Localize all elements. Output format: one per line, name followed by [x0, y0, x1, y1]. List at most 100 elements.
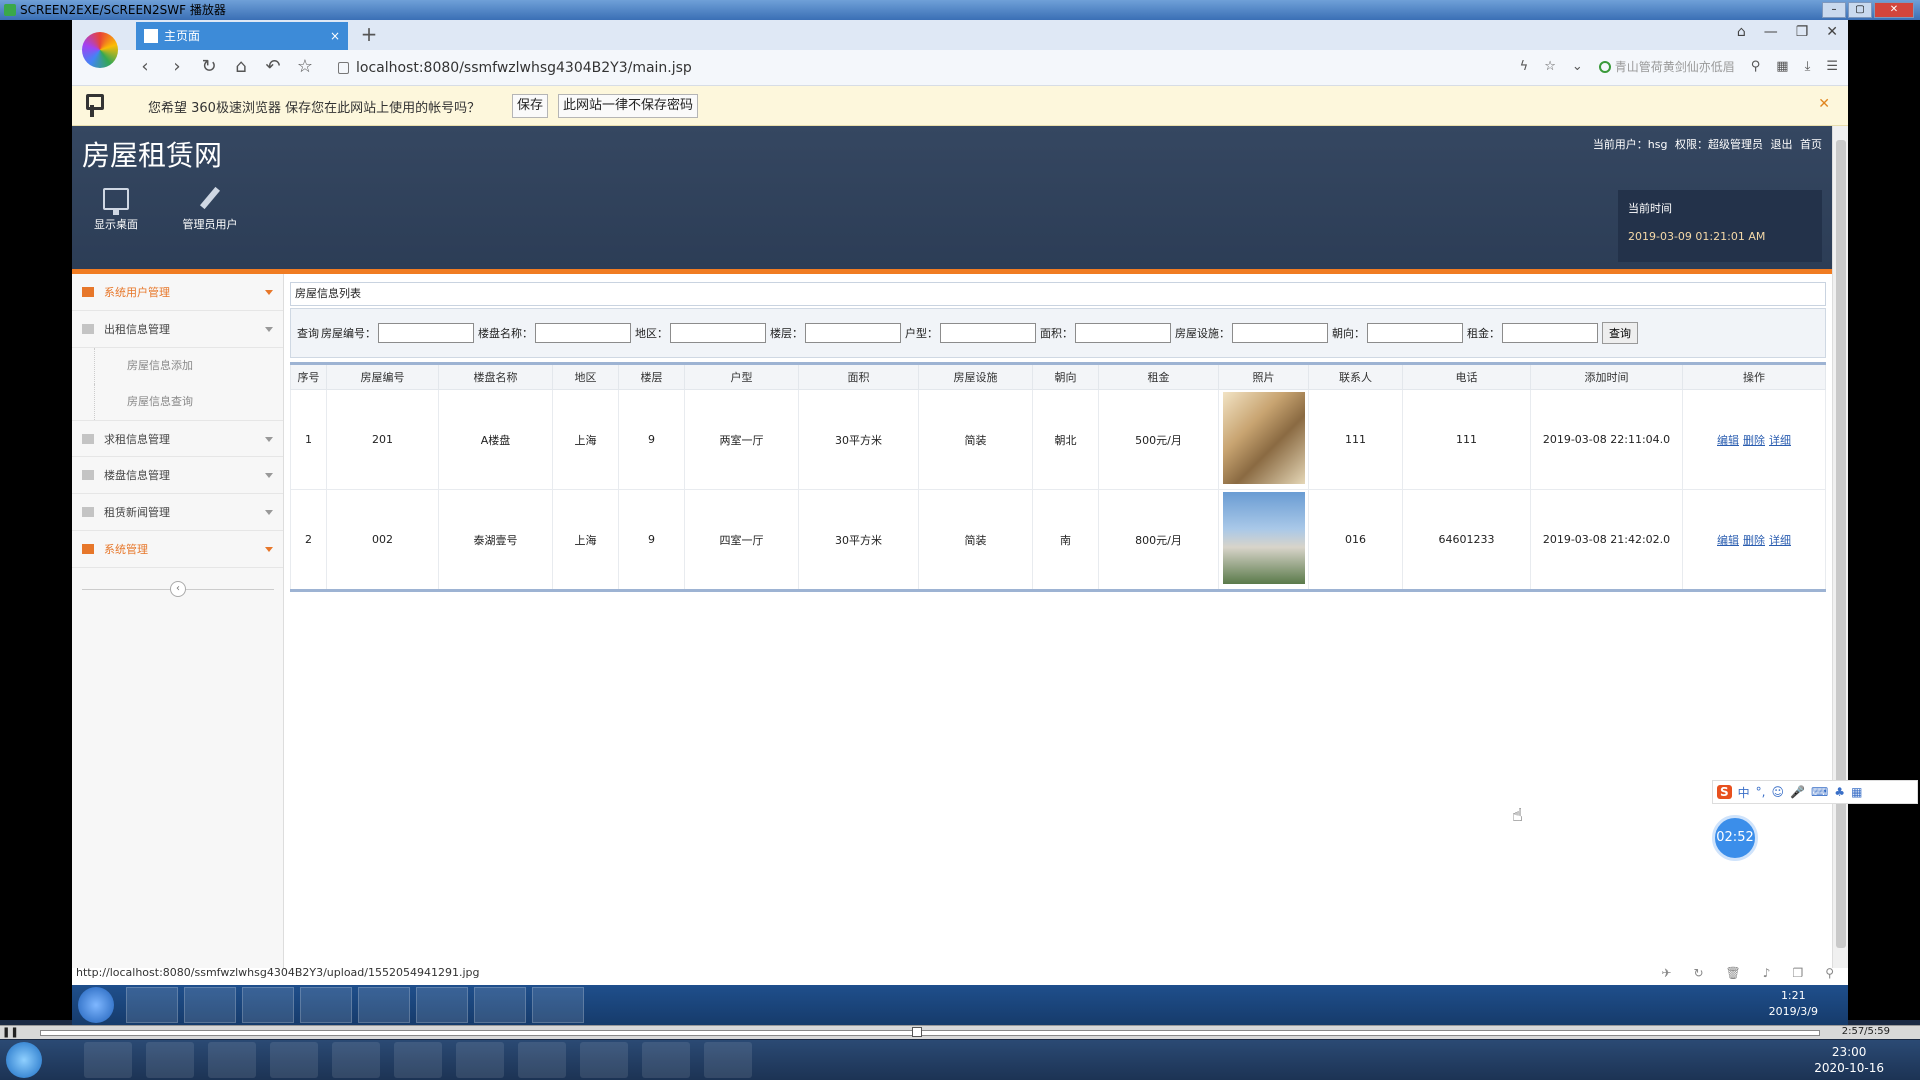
facility-input[interactable] [1232, 323, 1328, 343]
emoji-icon[interactable]: ☺ [1772, 785, 1785, 799]
minimize-button[interactable]: – [1822, 2, 1846, 18]
never-save-button[interactable]: 此网站一律不保存密码 [558, 94, 699, 118]
query-button[interactable]: 查询 [1602, 322, 1638, 344]
browser-icon[interactable] [242, 987, 294, 1023]
close-icon[interactable]: ✕ [1826, 24, 1838, 40]
keyboard-icon[interactable]: ⌨ [1811, 785, 1828, 799]
refresh-app-icon[interactable] [300, 987, 352, 1023]
rocket-icon[interactable]: ✈ [1661, 966, 1671, 980]
dropdown-icon[interactable]: ⌄ [1572, 59, 1583, 74]
sidebar-item-system-users[interactable]: 系统用户管理 [72, 274, 283, 311]
collapse-sidebar-button[interactable]: ‹ [170, 581, 186, 597]
house-code-input[interactable] [378, 323, 474, 343]
area-input[interactable] [1075, 323, 1171, 343]
show-desktop-button[interactable]: 显示桌面 [72, 178, 160, 248]
home-icon[interactable]: ⌂ [232, 56, 250, 77]
favorite-icon[interactable]: ☆ [1544, 59, 1556, 74]
flash-icon[interactable] [456, 1042, 504, 1078]
download-icon[interactable]: ⤓ [1805, 59, 1811, 74]
recorder-icon[interactable] [704, 1042, 752, 1078]
menu-icon[interactable]: ☰ [1826, 59, 1838, 74]
tool-app-icon[interactable] [416, 987, 468, 1023]
admin-user-button[interactable]: 管理员用户 [166, 178, 254, 248]
eclipse-icon[interactable] [532, 987, 584, 1023]
edit-link[interactable]: 编辑 [1717, 434, 1739, 447]
close-bar-icon[interactable]: ✕ [1818, 96, 1830, 112]
delete-link[interactable]: 删除 [1743, 434, 1765, 447]
orientation-input[interactable] [1367, 323, 1463, 343]
lightning-icon[interactable]: ϟ [1520, 59, 1529, 74]
progress-track[interactable] [40, 1030, 1820, 1036]
search-suggestion[interactable]: 青山管荷黄剑仙亦低眉 [1598, 58, 1735, 75]
skin-icon[interactable]: ♣ [1834, 785, 1845, 799]
layout-input[interactable] [940, 323, 1036, 343]
region-input[interactable] [670, 323, 766, 343]
refresh-icon[interactable]: ↻ [1693, 966, 1703, 980]
microphone-icon[interactable]: 🎤 [1790, 785, 1805, 799]
chart-app-icon[interactable] [394, 1042, 442, 1078]
sidebar-item-rental-info[interactable]: 出租信息管理 [72, 311, 283, 348]
delete-link[interactable]: 删除 [1743, 534, 1765, 547]
inner-start-button[interactable] [78, 987, 114, 1023]
sidebar-subitem-add-house[interactable]: 房屋信息添加 [94, 348, 283, 384]
ime-mode[interactable]: 中 [1738, 784, 1750, 801]
tab-main[interactable]: 主页面 × [136, 22, 348, 50]
punctuation-icon[interactable]: °, [1756, 785, 1766, 799]
rent-input[interactable] [1502, 323, 1598, 343]
maximize-button[interactable]: ▢ [1848, 2, 1872, 18]
trash-icon[interactable]: 🗑 [1726, 966, 1741, 980]
progress-knob[interactable] [912, 1027, 923, 1037]
page-scrollbar[interactable] [1832, 126, 1848, 968]
volume-icon[interactable]: ♪ [1763, 966, 1771, 980]
floor-input[interactable] [805, 323, 901, 343]
minimize-icon[interactable]: — [1764, 24, 1778, 40]
avatar-app-icon[interactable] [642, 1042, 690, 1078]
media-player-icon[interactable] [184, 987, 236, 1023]
window-icon[interactable]: ❐ [1792, 966, 1803, 980]
detail-link[interactable]: 详细 [1769, 434, 1791, 447]
house-photo[interactable] [1222, 392, 1305, 484]
building-name-input[interactable] [535, 323, 631, 343]
sidebar-item-seek-rental[interactable]: 求租信息管理 [72, 420, 283, 457]
qq-browser-icon[interactable] [270, 1042, 318, 1078]
apps-icon[interactable]: ▦ [1776, 59, 1788, 74]
new-tab-button[interactable]: + [356, 22, 382, 48]
shirt-icon[interactable]: ⌂ [1737, 24, 1746, 40]
house-photo[interactable] [1222, 492, 1305, 584]
folder-icon[interactable] [518, 1042, 566, 1078]
logout-link[interactable]: 退出 [1771, 138, 1793, 151]
home-link[interactable]: 首页 [1800, 138, 1822, 151]
chrome-icon[interactable] [84, 1042, 132, 1078]
reload-icon[interactable]: ↻ [200, 56, 218, 77]
search-icon[interactable]: ⚲ [1751, 59, 1761, 74]
save-password-button[interactable]: 保存 [512, 94, 549, 118]
pause-icon[interactable]: ❚❚ [2, 1027, 19, 1038]
leaf-app-icon[interactable] [332, 1042, 380, 1078]
sidebar-item-buildings[interactable]: 楼盘信息管理 [72, 457, 283, 494]
edit-link[interactable]: 编辑 [1717, 534, 1739, 547]
close-button[interactable]: ✕ [1874, 2, 1914, 18]
forward-icon[interactable]: › [168, 56, 186, 77]
sogou-icon[interactable]: S [1717, 785, 1732, 799]
undo-icon[interactable]: ↶ [264, 56, 282, 77]
restore-icon[interactable]: ❐ [1796, 24, 1809, 40]
toolbox-icon[interactable]: ▦ [1851, 785, 1862, 799]
detail-link[interactable]: 详细 [1769, 534, 1791, 547]
scrollbar-thumb[interactable] [1836, 140, 1846, 948]
sidebar-item-news[interactable]: 租赁新闻管理 [72, 494, 283, 531]
qq-icon[interactable] [580, 1042, 628, 1078]
sidebar-item-system[interactable]: 系统管理 [72, 531, 283, 568]
eclipse-icon[interactable] [146, 1042, 194, 1078]
back-icon[interactable]: ‹ [136, 56, 154, 77]
explorer-icon[interactable] [126, 987, 178, 1023]
tab-close-icon[interactable]: × [330, 22, 340, 50]
address-bar[interactable]: localhost:8080/ssmfwzlwhsg4304B2Y3/main.… [336, 56, 1516, 80]
leaf-app-icon[interactable] [358, 987, 410, 1023]
zoom-icon[interactable]: ⚲ [1825, 966, 1834, 980]
start-button[interactable] [6, 1042, 42, 1078]
timer-bubble[interactable]: 02:52 [1712, 815, 1758, 861]
bookmark-star-icon[interactable]: ☆ [296, 56, 314, 77]
sidebar-subitem-query-house[interactable]: 房屋信息查询 [94, 384, 283, 420]
ie-icon[interactable] [474, 987, 526, 1023]
baidu-netdisk-icon[interactable] [208, 1042, 256, 1078]
